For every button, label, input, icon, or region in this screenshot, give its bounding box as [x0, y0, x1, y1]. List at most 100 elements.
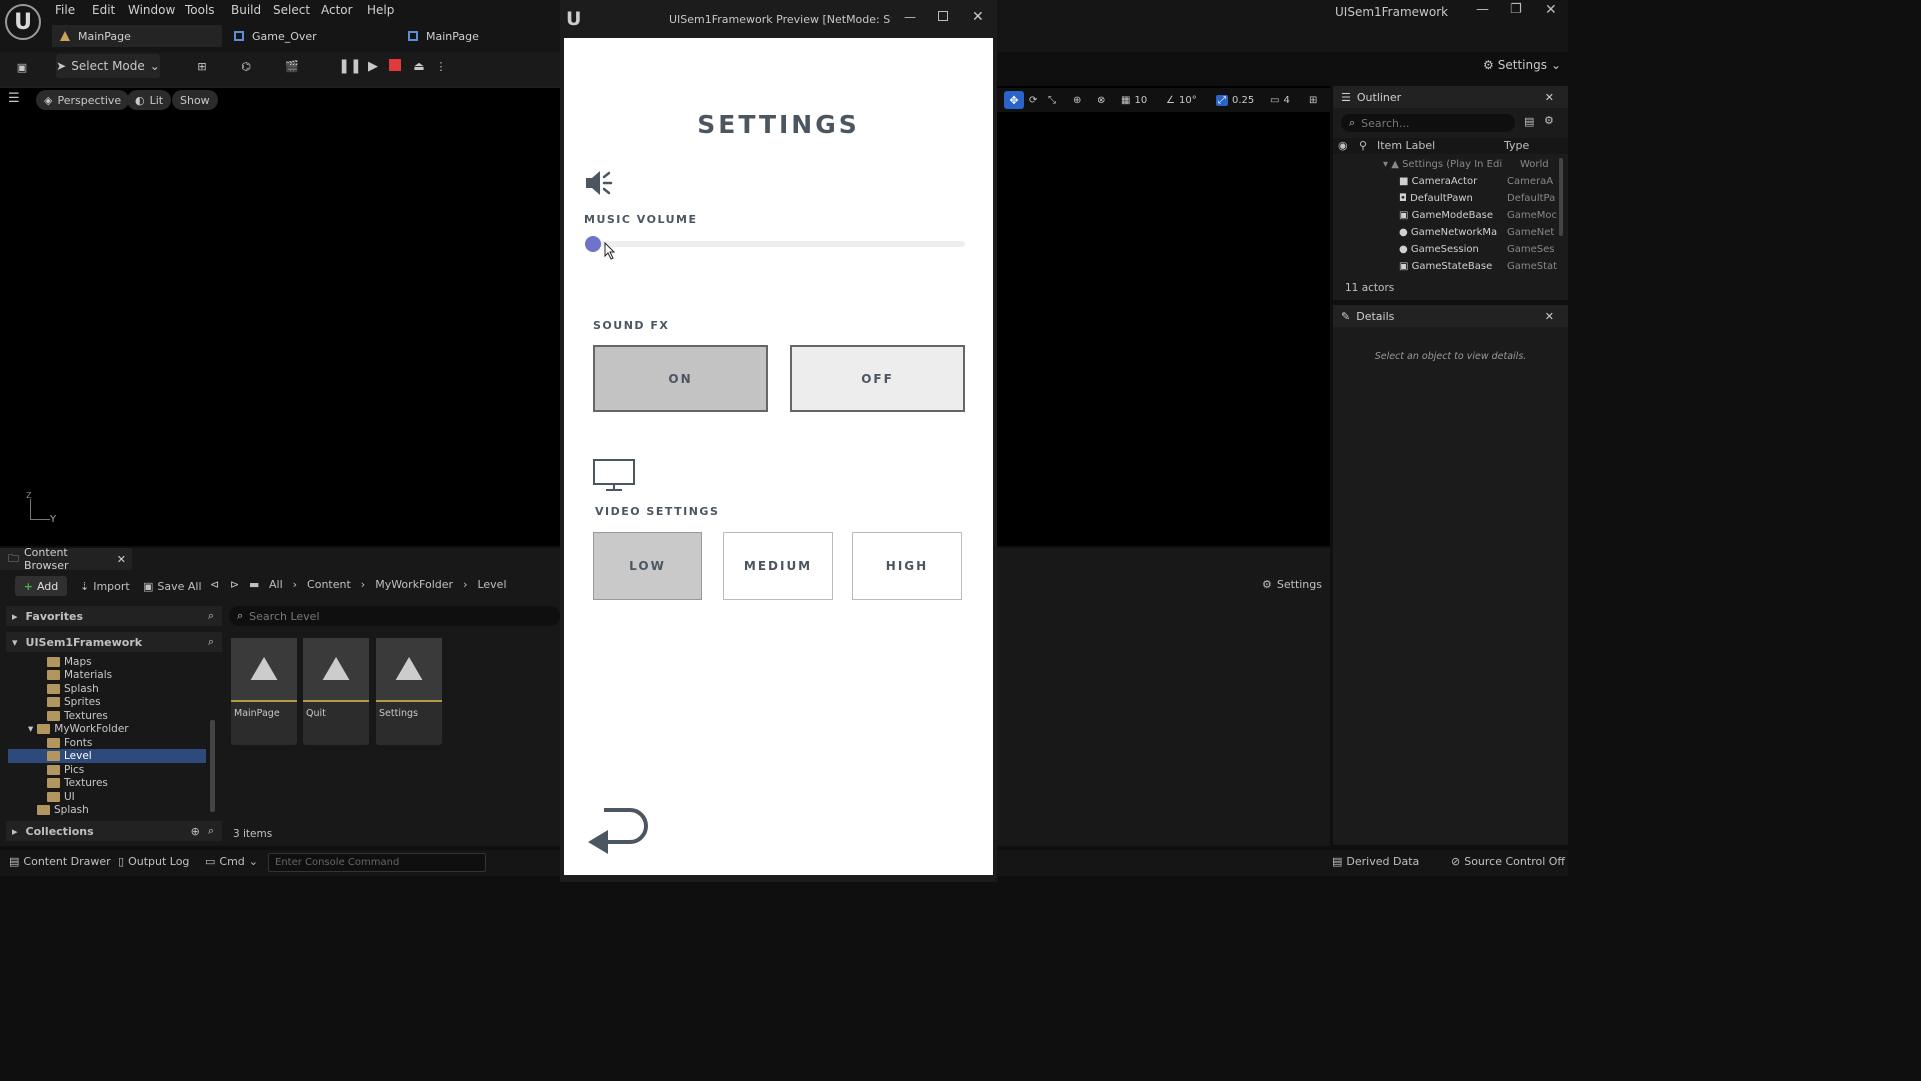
- close-icon[interactable]: ✕: [1545, 91, 1554, 104]
- column-item-label[interactable]: Item Label: [1377, 139, 1435, 152]
- column-type[interactable]: Type: [1504, 139, 1529, 152]
- add-folder-icon[interactable]: ▤: [1524, 115, 1534, 128]
- import-button[interactable]: ⇣ Import: [80, 576, 130, 596]
- viewport-right-area[interactable]: [997, 86, 1330, 546]
- tab-mainpage[interactable]: MainPage: [52, 25, 222, 47]
- folder-myworkfolder[interactable]: ▾ MyWorkFolder: [28, 722, 129, 735]
- outliner-search-input[interactable]: ⌕ Search...: [1341, 114, 1515, 132]
- breadcrumb-item[interactable]: Content: [307, 578, 351, 591]
- video-low-button[interactable]: LOW: [593, 532, 702, 600]
- menu-edit[interactable]: Edit: [92, 3, 115, 19]
- outliner-row[interactable]: ◘ DefaultPawn DefaultPa: [1399, 193, 1564, 207]
- outliner-scrollbar[interactable]: [1559, 158, 1563, 236]
- tab-game-over[interactable]: Game_Over: [226, 25, 396, 47]
- maximize-icon[interactable]: [938, 11, 948, 21]
- search-icon[interactable]: ⌕: [208, 635, 214, 649]
- more-options-icon[interactable]: ⋮: [434, 54, 448, 78]
- asset-tile[interactable]: ⛰ Quit: [303, 638, 369, 745]
- tab-mainpage-widget[interactable]: MainPage: [400, 25, 560, 47]
- folder-ui[interactable]: UI: [47, 790, 75, 803]
- save-icon[interactable]: ▣: [10, 55, 34, 79]
- folder-icon[interactable]: ▬: [249, 578, 259, 591]
- folder-textures-2[interactable]: Textures: [47, 776, 108, 789]
- select-mode-dropdown[interactable]: ➤ Select Mode ⌄: [56, 54, 160, 78]
- folder-splash-2[interactable]: Splash: [37, 803, 89, 816]
- add-actor-icon[interactable]: ⊞: [186, 54, 218, 78]
- translate-icon[interactable]: ✥: [1004, 91, 1024, 109]
- world-space-icon[interactable]: ⊕: [1073, 92, 1081, 108]
- close-icon[interactable]: ✕: [972, 9, 984, 25]
- menu-build[interactable]: Build: [231, 3, 261, 19]
- blueprint-icon[interactable]: ⌬: [230, 54, 262, 78]
- content-drawer-button[interactable]: ▤ Content Drawer: [9, 855, 111, 868]
- outliner-row[interactable]: ● GameSession GameSes: [1399, 244, 1564, 258]
- add-collection-icon[interactable]: ⊕: [191, 825, 200, 838]
- pin-icon[interactable]: ⚲: [1359, 139, 1367, 152]
- unreal-logo-icon[interactable]: U: [5, 4, 41, 40]
- console-command-input[interactable]: Enter Console Command: [268, 853, 486, 872]
- back-arrow-icon[interactable]: [586, 804, 650, 860]
- folder-textures[interactable]: Textures: [47, 709, 108, 722]
- close-icon[interactable]: ✕: [1545, 2, 1557, 18]
- forward-icon[interactable]: ⊳: [230, 578, 239, 591]
- layout-icon[interactable]: ⊞: [1309, 92, 1317, 108]
- visibility-eye-icon[interactable]: ◉: [1338, 139, 1348, 152]
- breadcrumb-item[interactable]: Level: [477, 578, 506, 591]
- stop-icon[interactable]: [389, 59, 401, 71]
- restore-icon[interactable]: ❐: [1510, 2, 1522, 17]
- show-button[interactable]: Show: [172, 90, 218, 110]
- collections-section[interactable]: ▸ Collections ⊕ ⌕: [6, 821, 222, 841]
- outliner-row[interactable]: ▣ GameStateBase GameStat: [1399, 261, 1564, 275]
- eject-icon[interactable]: ⏏: [409, 54, 429, 78]
- pause-icon[interactable]: ❚❚: [338, 54, 361, 78]
- breadcrumb-item[interactable]: All: [269, 578, 283, 591]
- output-log-button[interactable]: ▯ Output Log: [118, 855, 189, 868]
- perspective-button[interactable]: ◈ Perspective: [36, 90, 130, 110]
- folder-pics[interactable]: Pics: [47, 763, 84, 776]
- gear-icon[interactable]: ⚙: [1544, 114, 1554, 127]
- camera-speed-button[interactable]: ▭ 4: [1270, 92, 1290, 108]
- folder-maps[interactable]: Maps: [47, 655, 92, 668]
- folder-materials[interactable]: Materials: [47, 668, 112, 681]
- angle-snap-button[interactable]: ∠ 10°: [1166, 92, 1197, 108]
- settings-button[interactable]: ⚙ Settings ⌄: [1483, 58, 1561, 72]
- search-icon[interactable]: ⌕: [208, 609, 214, 623]
- video-high-button[interactable]: HIGH: [852, 532, 962, 600]
- scale-icon[interactable]: ⤡: [1048, 92, 1056, 108]
- add-button[interactable]: + Add: [15, 576, 67, 596]
- outliner-world-row[interactable]: ▾ ▲ Settings (Play In Edi World: [1383, 159, 1563, 170]
- video-medium-button[interactable]: MEDIUM: [723, 532, 833, 600]
- sound-fx-off-button[interactable]: OFF: [790, 345, 965, 412]
- menu-window[interactable]: Window: [128, 3, 175, 19]
- music-volume-track[interactable]: [588, 241, 965, 247]
- derived-data-button[interactable]: ▤ Derived Data: [1332, 855, 1419, 868]
- sound-fx-on-button[interactable]: ON: [593, 345, 768, 412]
- outliner-row[interactable]: ■ CameraActor CameraA: [1399, 176, 1564, 190]
- project-root-section[interactable]: ▾ UISem1Framework ⌕: [6, 632, 222, 652]
- music-volume-slider-thumb[interactable]: [585, 236, 601, 252]
- surface-snapping-icon[interactable]: ⊗: [1097, 92, 1105, 108]
- grid-snap-button[interactable]: ▦ 10: [1121, 92, 1147, 108]
- menu-tools[interactable]: Tools: [185, 3, 215, 19]
- search-icon[interactable]: ⌕: [208, 824, 214, 838]
- minimize-icon[interactable]: —: [1476, 2, 1489, 17]
- menu-select[interactable]: Select: [273, 3, 310, 19]
- menu-actor[interactable]: Actor: [321, 3, 353, 19]
- close-icon[interactable]: ✕: [1545, 310, 1554, 323]
- level-viewport[interactable]: [0, 86, 560, 546]
- content-settings-button[interactable]: ⚙ Settings: [1262, 578, 1322, 591]
- asset-tile[interactable]: ⛰ MainPage: [231, 638, 297, 745]
- scale-snap-button[interactable]: ⤢ 0.25: [1216, 92, 1254, 108]
- folder-splash[interactable]: Splash: [47, 682, 99, 695]
- source-control-button[interactable]: ⊘ Source Control Off: [1451, 855, 1565, 868]
- folder-level[interactable]: Level: [47, 749, 92, 762]
- save-all-button[interactable]: ▣ Save All: [143, 576, 202, 596]
- hamburger-menu-icon[interactable]: ☰: [8, 91, 20, 106]
- folder-fonts[interactable]: Fonts: [47, 736, 92, 749]
- back-icon[interactable]: ⊲: [210, 578, 219, 591]
- lit-button[interactable]: ◐ Lit: [127, 90, 172, 110]
- favorites-section[interactable]: ▸ Favorites ⌕: [6, 606, 222, 626]
- tree-scrollbar[interactable]: [210, 720, 215, 812]
- minimize-icon[interactable]: —: [904, 10, 916, 24]
- cinematics-icon[interactable]: 🎬: [276, 54, 308, 78]
